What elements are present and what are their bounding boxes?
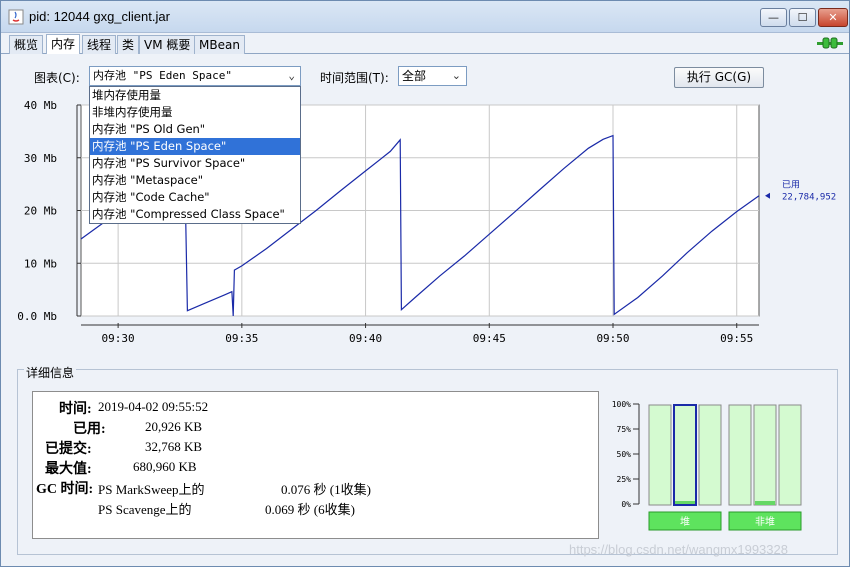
tab-vm-summary[interactable]: VM 概要: [139, 35, 196, 54]
heap-bar: [648, 404, 672, 506]
x-tick-label: 09:35: [225, 332, 258, 345]
used-value: 20,926 KB: [145, 419, 203, 434]
dropdown-option-heap[interactable]: 堆内存使用量: [90, 87, 300, 104]
details-title: 详细信息: [24, 364, 77, 381]
chevron-down-icon: ⌄: [451, 69, 461, 82]
maximize-button[interactable]: ☐: [789, 8, 816, 27]
nonheap-bar: [778, 404, 802, 506]
java-app-icon: [8, 9, 24, 25]
minimize-button[interactable]: —: [760, 8, 787, 27]
dropdown-option-nonheap[interactable]: 非堆内存使用量: [90, 104, 300, 121]
dropdown-option-old-gen[interactable]: 内存池 "PS Old Gen": [90, 121, 300, 138]
tab-threads[interactable]: 线程: [82, 35, 117, 54]
dropdown-option-code-cache[interactable]: 内存池 "Code Cache": [90, 189, 300, 206]
y-tick-label: 30 Mb: [24, 152, 57, 165]
time-label: 时间:: [59, 402, 92, 417]
title-bar: pid: 12044 gxg_client.jar — ☐ ✕: [1, 1, 849, 33]
memory-pool-bar-chart: 100% 75% 50% 25% 0% 堆 非堆: [612, 400, 802, 531]
dropdown-option-eden-space[interactable]: 内存池 "PS Eden Space": [90, 138, 300, 155]
percent-tick-label: 50%: [617, 450, 632, 459]
time-value: 2019-04-02 09:55:52: [98, 399, 209, 414]
app-window: pid: 12044 gxg_client.jar — ☐ ✕ 概览 内存 线程…: [0, 0, 850, 567]
percent-tick-label: 100%: [612, 400, 631, 409]
gc-scavenge-value: 0.069 秒 (6收集): [265, 502, 355, 517]
close-button[interactable]: ✕: [818, 8, 848, 27]
dropdown-option-metaspace[interactable]: 内存池 "Metaspace": [90, 172, 300, 189]
y-tick-label: 10 Mb: [24, 257, 57, 270]
tab-memory[interactable]: 内存: [46, 34, 81, 54]
gc-marksweep-name: PS MarkSweep上的: [98, 482, 205, 497]
percent-tick-label: 75%: [617, 425, 632, 434]
legend-value: 22,784,952: [782, 193, 836, 203]
dropdown-option-compressed-class-space[interactable]: 内存池 "Compressed Class Space": [90, 206, 300, 223]
nonheap-label: 非堆: [755, 516, 775, 528]
gc-marksweep-value: 0.076 秒 (1收集): [281, 482, 371, 497]
tab-classes[interactable]: 类: [117, 35, 140, 54]
legend-label: 已用: [782, 180, 800, 191]
heap-bar: [673, 404, 697, 506]
chart-select[interactable]: 内存池 "PS Eden Space" ⌄: [89, 66, 301, 86]
nonheap-bar: [728, 404, 752, 506]
nonheap-bar-fill: [755, 501, 775, 505]
legend-marker: [765, 192, 770, 199]
x-tick-label: 09:45: [473, 332, 506, 345]
connection-plug-icon: [817, 37, 843, 49]
committed-label: 已提交:: [45, 442, 92, 457]
gc-scavenge-name: PS Scavenge上的: [98, 502, 192, 517]
time-range-label: 时间范围(T):: [320, 71, 389, 85]
chart-dropdown-list[interactable]: 堆内存使用量 非堆内存使用量 内存池 "PS Old Gen" 内存池 "PS …: [89, 86, 301, 224]
y-tick-label: 0.0 Mb: [17, 310, 57, 323]
window-title: pid: 12044 gxg_client.jar: [29, 9, 170, 24]
time-range-select[interactable]: 全部 ⌄: [398, 66, 467, 86]
perform-gc-button[interactable]: 执行 GC(G): [674, 67, 764, 88]
committed-value: 32,768 KB: [145, 439, 203, 454]
y-tick-label: 40 Mb: [24, 99, 57, 112]
chart-label: 图表(C):: [34, 71, 80, 85]
tab-mbean[interactable]: MBean: [194, 35, 245, 54]
max-label: 最大值:: [45, 462, 92, 477]
chart-select-value: 内存池 "PS Eden Space": [93, 69, 232, 82]
gc-time-label: GC 时间:: [36, 482, 94, 497]
max-value: 680,960 KB: [133, 459, 197, 474]
chevron-down-icon: ⌄: [288, 69, 295, 82]
used-label: 已用:: [73, 422, 106, 437]
nonheap-bar: [753, 404, 777, 506]
heap-bar: [698, 404, 722, 506]
x-tick-label: 09:55: [720, 332, 753, 345]
watermark-text: https://blog.csdn.net/wangmx1993328: [569, 542, 788, 557]
dropdown-option-survivor-space[interactable]: 内存池 "PS Survivor Space": [90, 155, 300, 172]
time-range-value: 全部: [402, 69, 427, 83]
percent-tick-label: 0%: [621, 500, 631, 509]
percent-tick-label: 25%: [617, 475, 632, 484]
tab-overview[interactable]: 概览: [9, 35, 44, 54]
y-tick-label: 20 Mb: [24, 205, 57, 218]
x-tick-label: 09:40: [349, 332, 382, 345]
x-tick-label: 09:50: [596, 332, 629, 345]
x-tick-label: 09:30: [102, 332, 135, 345]
tab-bar: 概览 内存 线程 类 VM 概要 MBean: [1, 34, 849, 54]
heap-label: 堆: [680, 516, 690, 528]
